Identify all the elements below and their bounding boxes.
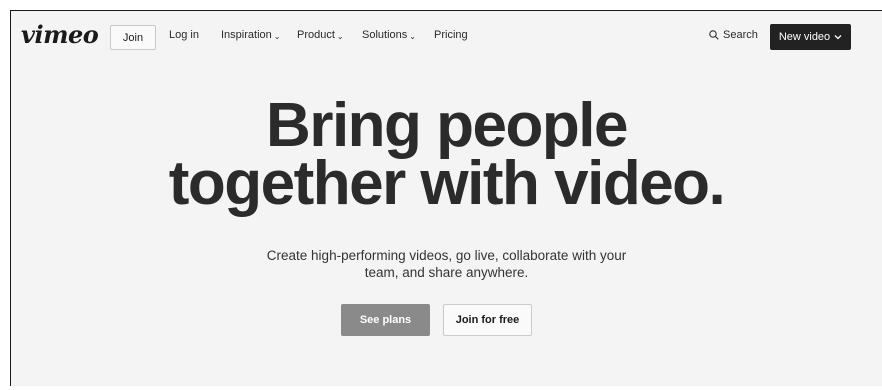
new-video-label: New video [778,31,831,43]
join-button[interactable]: Join [110,25,156,50]
hero-headline-line1: Bring people [266,91,628,160]
join-for-free-button[interactable]: Join for free [443,304,532,336]
menu-pricing-label: Pricing [434,29,468,41]
chevron-down-icon: ⌄ [336,31,344,41]
menu-inspiration-label: Inspiration [221,29,272,41]
chevron-down-icon: ⌄ [273,31,281,41]
vimeo-logo[interactable]: vimeo [21,20,99,49]
page-bottom-edge [0,386,882,390]
hero-subtext-line2: team, and share anywhere. [364,265,529,280]
login-label: Log in [169,29,199,41]
browser-viewport: vimeo Join Log in Inspiration ⌄ Product … [10,10,882,386]
chevron-down-icon: ⌄ [409,31,416,41]
search-label: Search [723,29,758,41]
menu-product-label: Product [297,29,335,41]
search-icon [709,30,719,40]
hero-subtext-line1: Create high-performing videos, go live, … [266,248,627,263]
chevron-down-icon [834,35,842,40]
login-link[interactable]: Log in [169,29,199,41]
hero-subtext: Create high-performing videos, go live, … [11,247,882,281]
hero-headline-line2: together with video. [168,149,726,218]
menu-product[interactable]: Product ⌄ [297,29,344,41]
see-plans-button[interactable]: See plans [341,304,430,336]
search-button[interactable]: Search [709,29,758,41]
top-navigation: vimeo Join Log in Inspiration ⌄ Product … [11,11,882,63]
menu-pricing[interactable]: Pricing [434,29,468,41]
menu-inspiration[interactable]: Inspiration ⌄ [221,29,280,41]
hero-headline: Bring people together with video. [11,91,882,218]
menu-solutions-label: Solutions [362,29,408,41]
menu-solutions[interactable]: Solutions ⌄ [362,29,416,41]
new-video-button[interactable]: New video [770,24,851,50]
